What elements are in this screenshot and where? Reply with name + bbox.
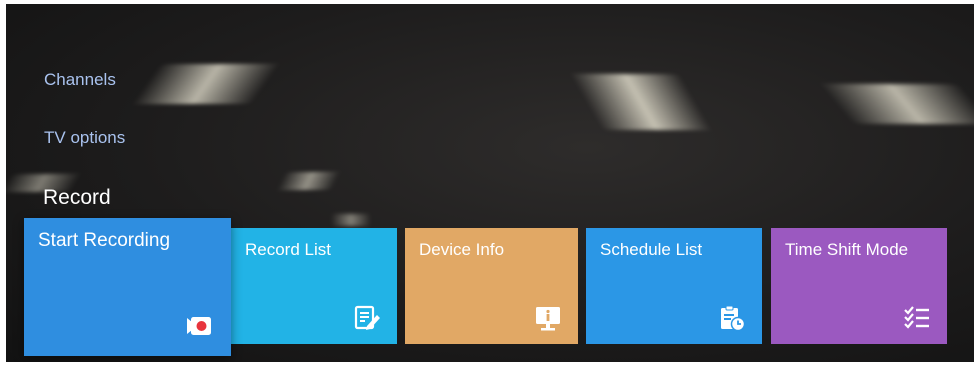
time-shift-icon <box>904 306 929 329</box>
tile-schedule-list[interactable]: Schedule List <box>586 228 762 344</box>
tile-label: Schedule List <box>600 240 703 259</box>
tile-device-info[interactable]: Device Info <box>405 228 578 344</box>
ceiling-reflection <box>569 74 713 130</box>
tv-screen: Channels TV options Record Record List D… <box>6 4 974 362</box>
menu-item-tv-options[interactable]: TV options <box>44 128 125 148</box>
ceiling-reflection <box>331 214 371 226</box>
device-info-icon <box>536 307 560 331</box>
tile-start-recording[interactable]: Start Recording <box>24 218 231 356</box>
tile-label: Time Shift Mode <box>785 240 909 259</box>
tile-label: Start Recording <box>38 230 171 251</box>
ceiling-reflection <box>819 84 974 124</box>
tile-label: Record List <box>245 240 331 259</box>
record-start-icon <box>187 317 211 335</box>
section-heading-record: Record <box>43 186 111 209</box>
menu-item-channels[interactable]: Channels <box>44 70 116 90</box>
ceiling-reflection <box>131 64 281 104</box>
tile-record-list[interactable]: Record List <box>231 228 397 344</box>
tile-label: Device Info <box>419 240 505 259</box>
tile-time-shift-mode[interactable]: Time Shift Mode <box>771 228 947 344</box>
record-list-icon <box>354 305 380 330</box>
schedule-list-icon <box>721 305 746 332</box>
ceiling-reflection <box>276 172 341 190</box>
